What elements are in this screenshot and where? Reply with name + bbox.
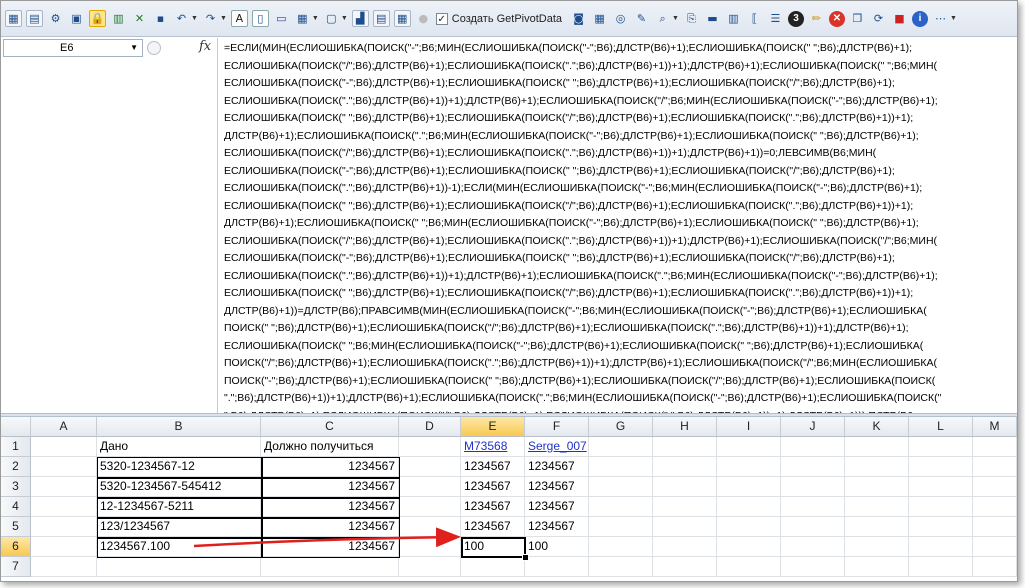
red-arrow-annotation	[193, 527, 461, 548]
excel-window: ▦ ▤ ⚙ ▣ 🔒 ▥ ✕ ▪ ↶ ▼ ↷ ▼ A ▯ ▭ ▦ ▼ ▢ ▼ ▟ …	[0, 0, 1018, 582]
